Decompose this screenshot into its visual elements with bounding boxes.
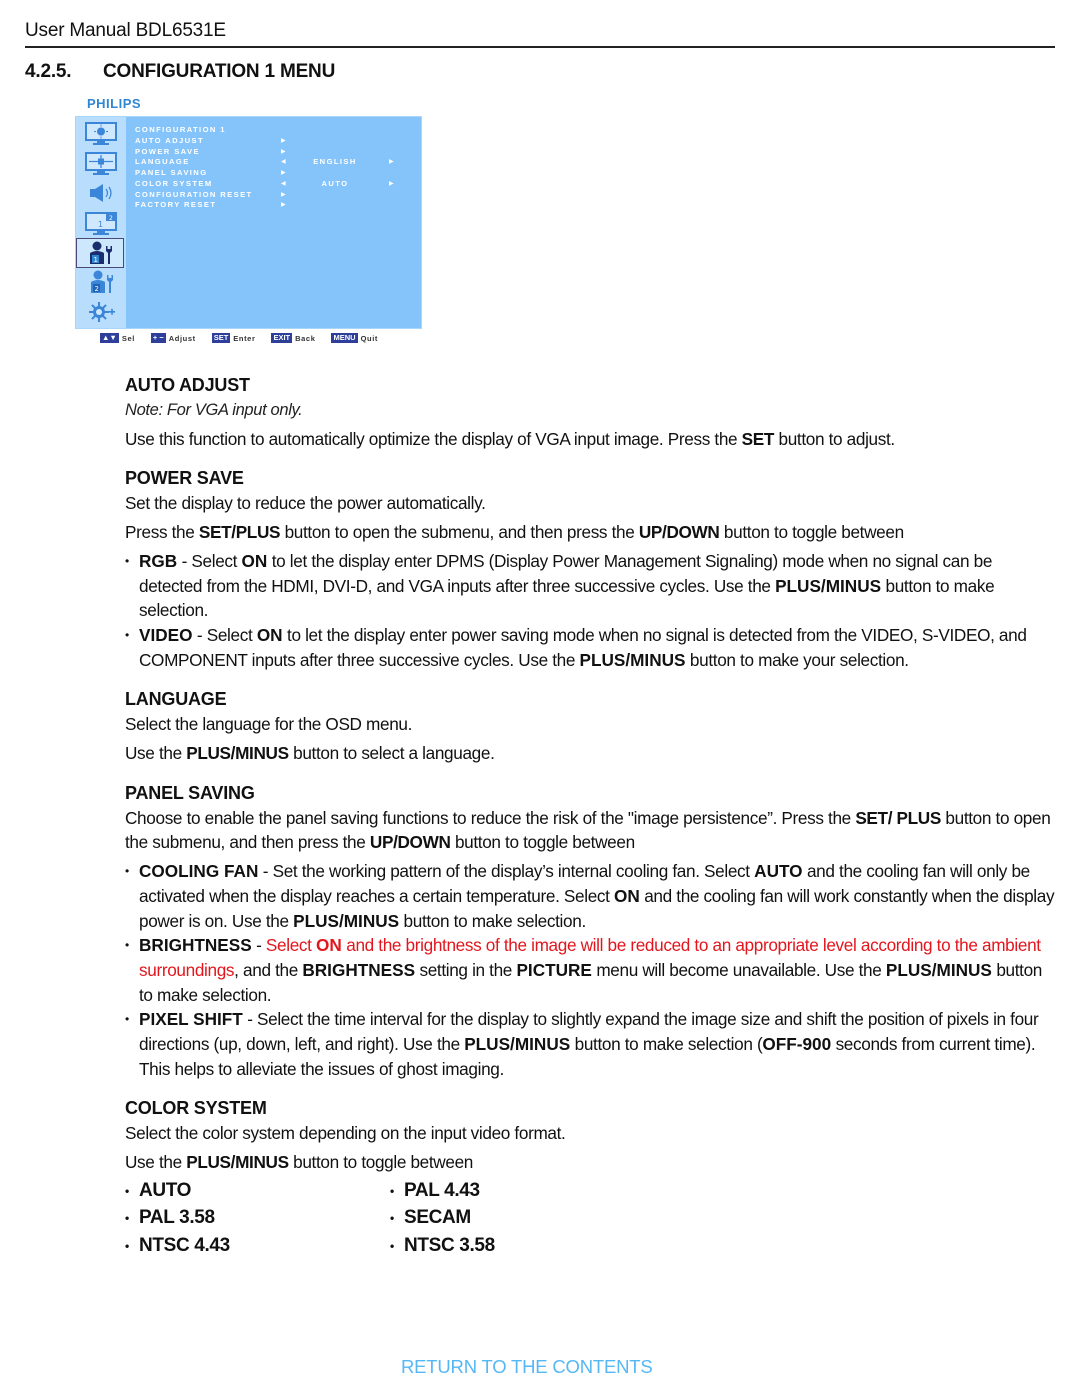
configuration-1-icon: 1	[76, 238, 124, 268]
advanced-option-icon	[80, 298, 122, 325]
section-title: CONFIGURATION 1 MENU	[103, 61, 336, 82]
chevron-right-icon[interactable]: ▶	[389, 179, 394, 190]
legend-label: Back	[295, 333, 316, 343]
plus-minus-key-icon: + −	[150, 333, 166, 343]
color-system-description: Select the color system depending on the…	[125, 1123, 566, 1144]
chevron-right-icon[interactable]: ▶	[389, 157, 394, 168]
panel-saving-description: Choose to enable the panel saving functi…	[125, 807, 1051, 853]
legend-adjust: + − Adjust	[150, 333, 196, 343]
osd-menu-title: CONFIGURATION 1	[135, 125, 226, 134]
svg-text:2: 2	[95, 285, 99, 293]
header-divider	[25, 46, 1055, 48]
picture-icon	[80, 120, 122, 147]
up-down-key-icon: ▲▼	[100, 333, 119, 343]
chevron-right-icon: ▶	[281, 191, 286, 198]
color-system-instructions: Use the PLUS/MINUS button to toggle betw…	[125, 1152, 474, 1173]
osd-sidebar: 21 1 2	[76, 117, 126, 328]
color-option-pal-358: PAL 3.58	[125, 1204, 390, 1232]
screen-icon	[80, 150, 122, 177]
legend-select: ▲▼ Sel	[100, 333, 135, 343]
legend-enter: SET Enter	[211, 333, 256, 343]
osd-item-label: CONFIGURATION RESET	[135, 189, 253, 199]
chevron-left-icon[interactable]: ◀	[281, 179, 286, 190]
osd-item-color-system[interactable]: COLOR SYSTEM ◀ AUTO ▶	[135, 179, 415, 190]
color-option-ntsc-443: NTSC 4.43	[125, 1232, 390, 1260]
legend-label: Enter	[233, 333, 256, 343]
color-system-options: AUTO PAL 4.43 PAL 3.58 SECAM NTSC 4.43 N…	[125, 1177, 1055, 1260]
osd-item-value: ENGLISH	[313, 157, 357, 167]
auto-adjust-description: Use this function to automatically optim…	[125, 428, 895, 449]
osd-item-label: PANEL SAVING	[135, 168, 208, 177]
osd-item-value: AUTO	[321, 178, 349, 188]
osd-item-configuration-reset[interactable]: CONFIGURATION RESET ▶	[135, 190, 415, 201]
legend-back: EXIT Back	[271, 333, 315, 343]
osd-item-auto-adjust[interactable]: AUTO ADJUST ▶	[135, 136, 415, 147]
osd-key-legend: ▲▼ Sel + − Adjust SET Enter EXIT Back MENU Qu…	[100, 333, 394, 343]
svg-text:2: 2	[109, 215, 113, 222]
osd-menu-list: CONFIGURATION 1 AUTO ADJUST ▶ POWER SAVE…	[135, 125, 415, 211]
chevron-right-icon: ▶	[281, 148, 286, 155]
language-instructions: Use the PLUS/MINUS button to select a la…	[125, 743, 495, 764]
audio-icon	[80, 179, 122, 206]
legend-quit: MENU Quit	[331, 333, 378, 343]
osd-item-label: AUTO ADJUST	[135, 135, 204, 145]
philips-logo: PHILIPS	[87, 96, 142, 111]
legend-label: Sel	[121, 333, 135, 343]
manual-content: AUTO ADJUST Note: For VGA input only. Us…	[125, 372, 1055, 1260]
pixel-shift-item: PIXEL SHIFT - Select the time interval f…	[125, 1007, 1055, 1081]
power-save-video-item: VIDEO - Select ON to let the display ent…	[125, 623, 1055, 672]
svg-text:1: 1	[98, 220, 103, 229]
language-description: Select the language for the OSD menu.	[125, 714, 413, 735]
power-save-instructions: Press the SET/PLUS button to open the su…	[125, 522, 904, 543]
manual-title: User Manual BDL6531E	[25, 20, 226, 41]
osd-item-language[interactable]: LANGUAGE ◀ ENGLISH ▶	[135, 157, 415, 168]
color-system-heading: COLOR SYSTEM	[125, 1098, 267, 1119]
auto-adjust-heading: AUTO ADJUST	[125, 375, 250, 395]
legend-label: Quit	[360, 333, 378, 343]
configuration-2-icon: 2	[80, 268, 122, 295]
power-save-rgb-item: RGB - Select ON to let the display enter…	[125, 549, 1055, 623]
color-option-pal-443: PAL 4.43	[390, 1177, 690, 1205]
osd-item-label: POWER SAVE	[135, 146, 200, 156]
svg-text:1: 1	[94, 256, 98, 264]
section-number: 4.2.5.	[25, 61, 72, 82]
osd-item-label: FACTORY RESET	[135, 200, 217, 210]
brightness-item: BRIGHTNESS - Select ON and the brightnes…	[125, 933, 1055, 1007]
menu-key-icon: MENU	[331, 333, 358, 343]
exit-key-icon: EXIT	[271, 333, 293, 343]
panel-saving-heading: PANEL SAVING	[125, 782, 255, 803]
chevron-right-icon: ▶	[281, 170, 286, 176]
legend-label: Adjust	[168, 333, 196, 343]
chevron-left-icon[interactable]: ◀	[281, 157, 286, 168]
osd-item-label: LANGUAGE	[135, 157, 190, 167]
section-heading: 4.2.5. CONFIGURATION 1 MENU	[25, 61, 335, 83]
color-option-secam: SECAM	[390, 1204, 690, 1232]
osd-item-factory-reset[interactable]: FACTORY RESET ▶	[135, 200, 415, 211]
language-heading: LANGUAGE	[125, 689, 227, 710]
auto-adjust-note: Note: For VGA input only.	[125, 401, 303, 419]
pip-icon: 21	[80, 210, 122, 237]
set-key-icon: SET	[211, 333, 231, 343]
color-option-auto: AUTO	[125, 1177, 390, 1205]
power-save-heading: POWER SAVE	[125, 468, 244, 489]
osd-item-panel-saving[interactable]: PANEL SAVING ▶	[135, 168, 415, 179]
osd-item-label: COLOR SYSTEM	[135, 178, 213, 188]
chevron-right-icon: ▶	[281, 137, 286, 144]
osd-menu-screenshot: 21 1 2 CONFIGURATION 1 AUTO ADJUST ▶ POW…	[75, 116, 422, 329]
osd-item-power-save[interactable]: POWER SAVE ▶	[135, 147, 415, 158]
cooling-fan-item: COOLING FAN - Set the working pattern of…	[125, 859, 1055, 933]
return-to-contents-link[interactable]: RETURN TO THE CONTENTS	[401, 1356, 653, 1378]
power-save-description: Set the display to reduce the power auto…	[125, 493, 486, 514]
color-option-ntsc-358: NTSC 3.58	[390, 1232, 690, 1260]
chevron-right-icon: ▶	[281, 202, 286, 209]
